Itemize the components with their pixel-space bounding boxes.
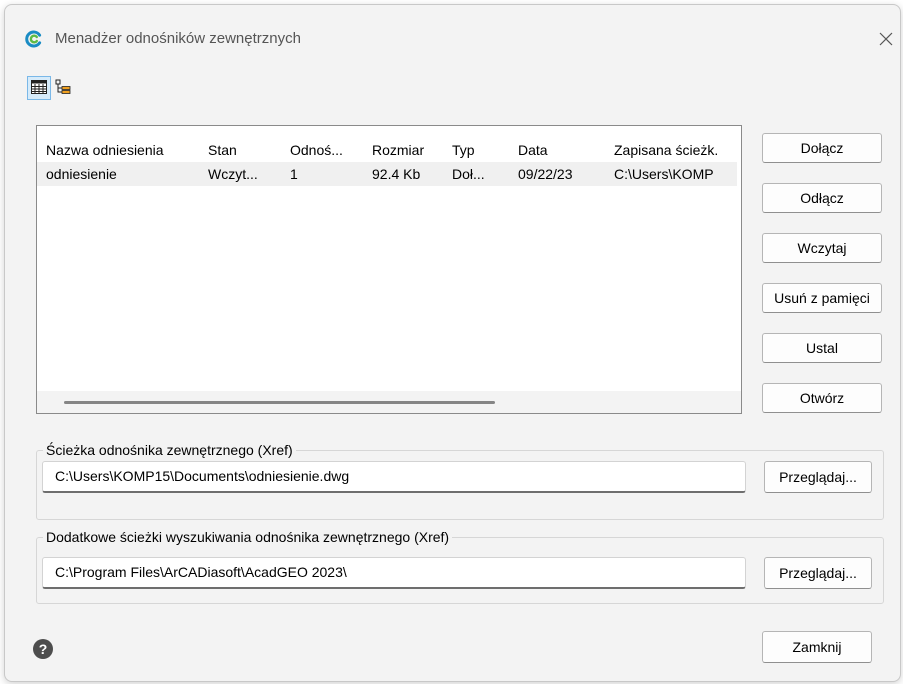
cell-size: 92.4 Kb xyxy=(372,166,421,182)
window-title: Menadżer odnośników zewnętrznych xyxy=(55,30,301,47)
tree-view-icon xyxy=(55,79,71,98)
title-bar: Menadżer odnośników zewnętrznych xyxy=(5,5,900,61)
cell-type: Doł... xyxy=(452,166,485,182)
xref-manager-dialog: Menadżer odnośników zewnętrznych Nazwa o… xyxy=(4,4,901,682)
cell-name: odniesienie xyxy=(46,166,117,182)
column-header-saved-path[interactable]: Zapisana ścieżk. xyxy=(605,138,737,162)
cell-saved-path: C:\Users\KOMP xyxy=(614,166,714,182)
cell-date: 09/22/23 xyxy=(518,166,573,182)
attach-button[interactable]: Dołącz xyxy=(762,133,882,163)
unload-button[interactable]: Usuń z pamięci xyxy=(762,283,882,313)
list-view-button[interactable] xyxy=(27,76,51,100)
column-header-status[interactable]: Stan xyxy=(199,138,281,162)
list-header: Nazwa odniesienia Stan Odnoś... Rozmiar … xyxy=(37,138,737,162)
reload-button[interactable]: Wczytaj xyxy=(762,233,882,263)
column-header-type[interactable]: Typ xyxy=(443,138,509,162)
cell-references: 1 xyxy=(290,166,298,182)
xref-list[interactable]: Nazwa odniesienia Stan Odnoś... Rozmiar … xyxy=(36,125,742,414)
xref-path-legend: Ścieżka odnośnika zewnętrznego (Xref) xyxy=(43,441,296,459)
help-icon[interactable]: ? xyxy=(33,639,53,659)
horizontal-scrollbar[interactable] xyxy=(37,391,741,413)
open-button[interactable]: Otwórz xyxy=(762,383,882,413)
tree-view-button[interactable] xyxy=(51,76,75,100)
search-paths-field[interactable]: C:\Program Files\ArCADiasoft\AcadGEO 202… xyxy=(42,557,746,589)
column-header-date[interactable]: Data xyxy=(509,138,605,162)
column-header-size[interactable]: Rozmiar xyxy=(363,138,443,162)
column-header-references[interactable]: Odnoś... xyxy=(281,138,363,162)
close-icon[interactable] xyxy=(872,25,900,53)
app-logo-icon xyxy=(25,30,43,48)
browse-xref-path-button[interactable]: Przeglądaj... xyxy=(764,461,872,493)
detach-button[interactable]: Odłącz xyxy=(762,183,882,213)
list-view-icon xyxy=(31,79,47,97)
search-paths-legend: Dodatkowe ścieżki wyszukiwania odnośnika… xyxy=(43,528,453,546)
scrollbar-thumb[interactable] xyxy=(64,401,495,404)
close-button[interactable]: Zamknij xyxy=(762,631,872,663)
column-header-name[interactable]: Nazwa odniesienia xyxy=(37,138,199,162)
table-row[interactable]: odniesienie Wczyt... 1 92.4 Kb Doł... 09… xyxy=(37,162,737,186)
cell-status: Wczyt... xyxy=(208,166,258,182)
xref-path-field[interactable]: C:\Users\KOMP15\Documents\odniesienie.dw… xyxy=(42,461,746,493)
bind-button[interactable]: Ustal xyxy=(762,333,882,363)
browse-search-paths-button[interactable]: Przeglądaj... xyxy=(764,557,872,589)
